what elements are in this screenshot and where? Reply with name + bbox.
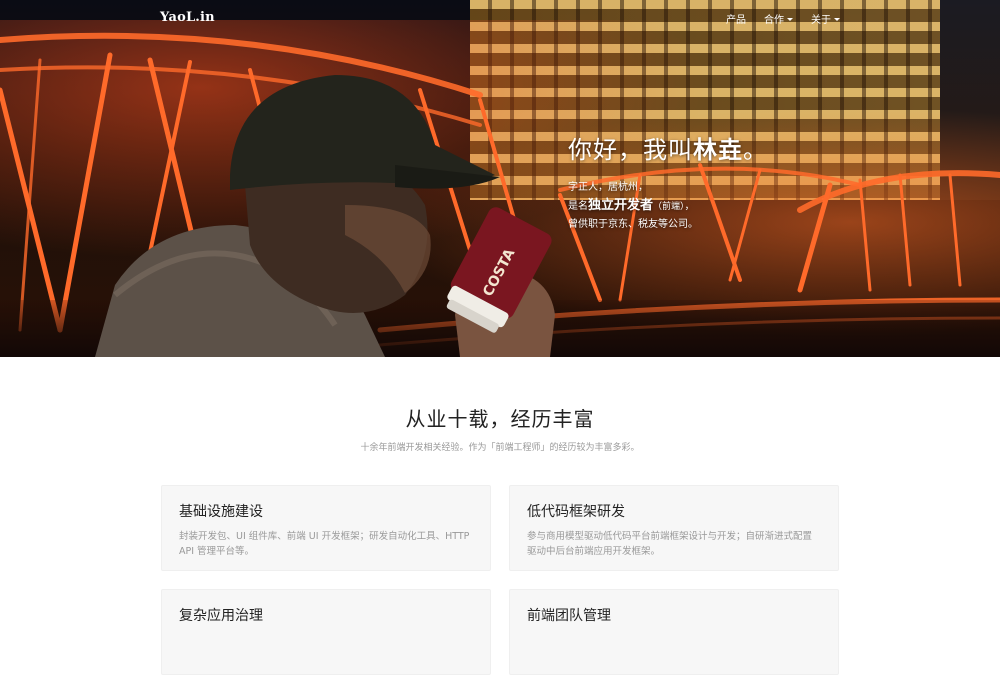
nav-item-label: 合作 xyxy=(764,15,784,26)
section-subtitle: 十余年前端开发相关经验。作为「前端工程师」的经历较为丰富多彩。 xyxy=(360,443,640,453)
intro-line-2-suffix: ， xyxy=(684,201,695,212)
role-note: （前端） xyxy=(653,202,685,212)
card-title: 前端团队管理 xyxy=(527,608,611,624)
nav-item-label: 关于 xyxy=(811,15,831,26)
chevron-down-icon xyxy=(834,17,840,21)
card-governance: 复杂应用治理 xyxy=(161,589,491,675)
nav-item-cooperation[interactable]: 合作 xyxy=(764,11,793,26)
nav-item-products[interactable]: 产品 xyxy=(726,11,746,26)
nav-item-label: 产品 xyxy=(726,15,746,26)
role-highlight: 独立开发者 xyxy=(588,198,654,213)
intro-line-2: 是名独立开发者（前端）， xyxy=(568,197,768,216)
nav-item-about[interactable]: 关于 xyxy=(811,11,840,26)
card-team-management: 前端团队管理 xyxy=(509,589,839,675)
intro-line-1: 字正人，居杭州， xyxy=(568,182,648,193)
intro-line-3: 曾供职于京东、税友等公司。 xyxy=(568,219,698,230)
greeting-suffix: 。 xyxy=(743,136,768,164)
card-title: 基础设施建设 xyxy=(179,504,263,520)
card-lowcode: 低代码框架研发 参与商用模型驱动低代码平台前端框架设计与开发；自研渐进式配置驱动… xyxy=(509,485,839,571)
navbar: YaoL.in 产品 合作 关于 xyxy=(0,0,1000,36)
experience-section: 从业十载，经历丰富 十余年前端开发相关经验。作为「前端工程师」的经历较为丰富多彩… xyxy=(0,357,1000,675)
person-photo: COSTA xyxy=(95,75,555,357)
hero-title: 你好，我叫林垚。 xyxy=(568,130,768,165)
card-description: 封装开发包、UI 组件库、前端 UI 开发框架；研发自动化工具、HTTP API… xyxy=(179,531,470,557)
card-title: 低代码框架研发 xyxy=(527,504,625,520)
hero-banner: COSTA YaoL.in 产品 合作 关于 你好，我叫林垚。 字正人，居杭州，… xyxy=(0,0,1000,357)
hero-intro: 你好，我叫林垚。 字正人，居杭州， 是名独立开发者（前端）， 曾供职于京东、税友… xyxy=(568,130,768,234)
card-title: 复杂应用治理 xyxy=(179,608,263,624)
hero-description: 字正人，居杭州， 是名独立开发者（前端）， 曾供职于京东、税友等公司。 xyxy=(568,179,768,234)
card-infrastructure: 基础设施建设 封装开发包、UI 组件库、前端 UI 开发框架；研发自动化工具、H… xyxy=(161,485,491,571)
brand-logo[interactable]: YaoL.in xyxy=(160,10,215,25)
author-name: 林垚 xyxy=(693,136,743,164)
nav-menu: 产品 合作 关于 xyxy=(726,11,840,26)
card-description: 参与商用模型驱动低代码平台前端框架设计与开发；自研渐进式配置驱动中后台前端应用开… xyxy=(527,531,813,557)
section-title: 从业十载，经历丰富 xyxy=(405,407,595,431)
greeting-prefix: 你好，我叫 xyxy=(568,136,693,164)
chevron-down-icon xyxy=(787,17,793,21)
intro-line-2-prefix: 是名 xyxy=(568,201,588,212)
